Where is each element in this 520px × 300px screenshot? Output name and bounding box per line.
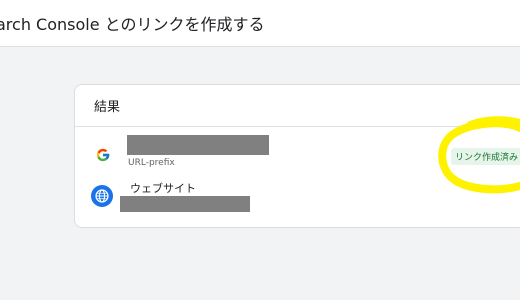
page-title: arch Console とのリンクを作成する bbox=[0, 15, 265, 34]
google-g-icon bbox=[96, 148, 110, 162]
globe-icon bbox=[91, 185, 113, 207]
redacted-property-url bbox=[127, 135, 269, 155]
page-header: arch Console とのリンクを作成する bbox=[0, 0, 520, 47]
redacted-website-url bbox=[120, 196, 250, 212]
property-type-label: URL-prefix bbox=[128, 158, 175, 168]
card-divider bbox=[75, 126, 520, 127]
status-badge: リンク作成済み bbox=[451, 148, 520, 165]
website-label: ウェブサイト bbox=[130, 182, 196, 195]
result-card: 結果 URL-prefix ウェブサイト リンク作成済み bbox=[74, 84, 520, 228]
card-title: 結果 bbox=[94, 100, 121, 115]
